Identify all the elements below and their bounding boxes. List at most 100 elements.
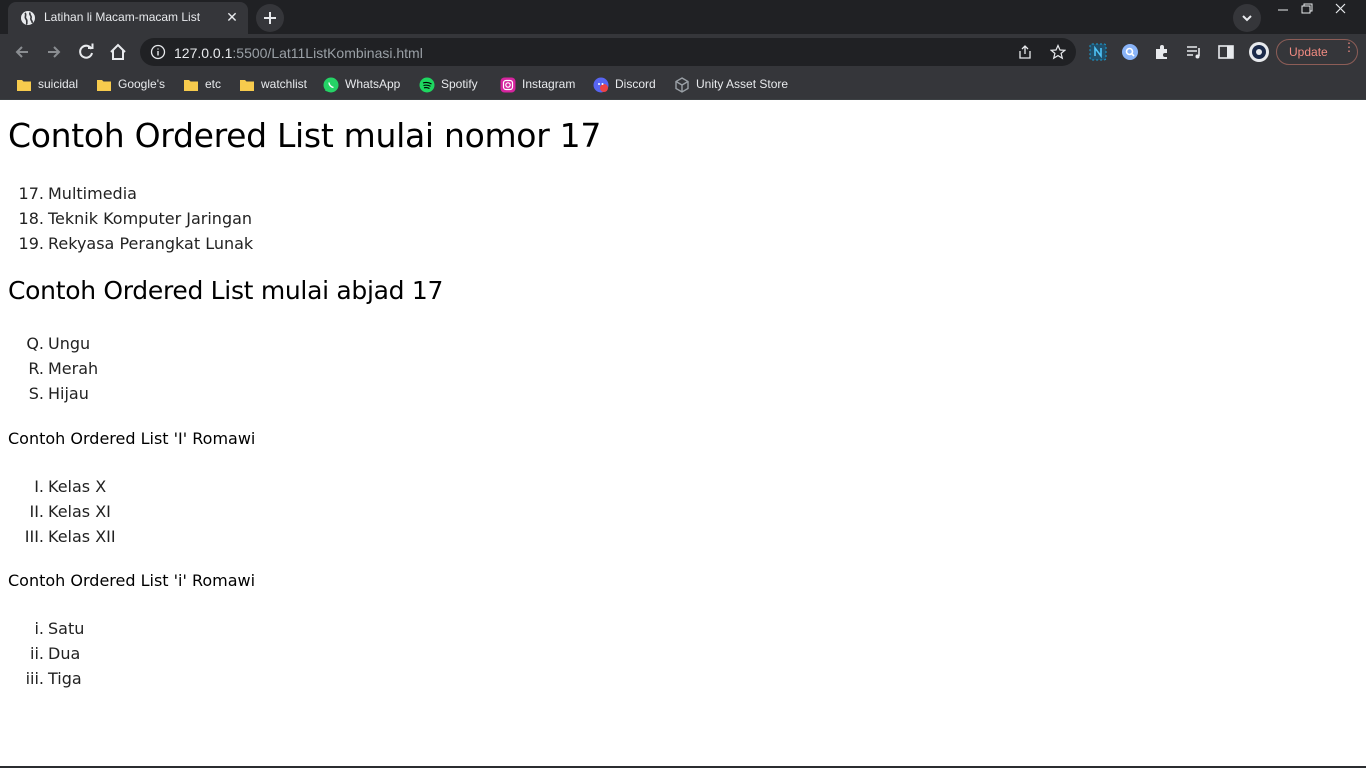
arrow-left-icon	[15, 46, 28, 58]
toolbar: 127.0.0.1:5500/Lat11ListKombinasi.html U…	[0, 34, 1366, 70]
list-marker: I.	[34, 477, 44, 496]
info-icon[interactable]	[150, 44, 166, 60]
list-item: III. Kelas XII	[0, 524, 400, 549]
bookmark-label: watchlist	[261, 77, 308, 91]
list-item-text: Hijau	[48, 384, 89, 403]
kebab-menu-icon[interactable]: ⋮	[1343, 41, 1355, 53]
list-marker: R.	[28, 359, 44, 378]
update-button[interactable]: Update ⋮	[1276, 39, 1358, 65]
forward-button[interactable]	[40, 38, 68, 66]
unity-icon	[675, 77, 689, 93]
list-item: 19. Rekyasa Perangkat Lunak	[0, 231, 400, 256]
list-item-text: Dua	[48, 644, 81, 663]
list-item: ii. Dua	[0, 641, 400, 666]
url-path: :5500/Lat11ListKombinasi.html	[232, 45, 423, 61]
list-item-text: Rekyasa Perangkat Lunak	[48, 234, 254, 253]
url-host: 127.0.0.1	[174, 45, 233, 61]
star-icon[interactable]	[1050, 44, 1066, 60]
heading-lower-roman: Contoh Ordered List 'i' Romawi	[8, 571, 256, 590]
bookmark-label: Spotify	[441, 77, 478, 91]
arrow-right-icon	[48, 46, 61, 58]
discord-icon	[593, 77, 609, 93]
home-icon	[110, 43, 126, 60]
ordered-list-lower-roman: i. Satu ii. Dua iii. Tiga	[0, 616, 400, 691]
tab-title: Latihan li Macam-macam List	[44, 10, 201, 24]
home-button[interactable]	[104, 38, 132, 66]
bookmark-label: Instagram	[522, 77, 576, 91]
bookmark-label: etc	[205, 77, 222, 91]
bookmark-label: WhatsApp	[345, 77, 401, 91]
list-item: iii. Tiga	[0, 666, 400, 691]
heading-upper-roman: Contoh Ordered List 'I' Romawi	[8, 429, 256, 448]
list-item-text: Teknik Komputer Jaringan	[48, 209, 253, 228]
whatsapp-icon	[323, 77, 339, 93]
list-marker: III.	[24, 527, 44, 546]
instagram-icon	[500, 77, 516, 93]
reload-icon	[79, 43, 94, 59]
back-button[interactable]	[8, 38, 36, 66]
heading-ordered-alpha: Contoh Ordered List mulai abjad 17	[8, 276, 444, 305]
list-item-text: Kelas X	[48, 477, 107, 496]
url-text[interactable]: 127.0.0.1:5500/Lat11ListKombinasi.html	[174, 45, 423, 61]
list-item: R. Merah	[0, 356, 400, 381]
extension-n-icon[interactable]	[1089, 43, 1107, 61]
list-item-text: Kelas XI	[48, 502, 111, 521]
browser-tab[interactable]: Latihan li Macam-macam List ✕	[8, 2, 248, 34]
list-item: II. Kelas XI	[0, 499, 400, 524]
spotify-icon	[419, 77, 435, 93]
close-icon	[1335, 3, 1346, 14]
list-marker: 17.	[18, 184, 44, 203]
list-marker: Q.	[26, 334, 44, 353]
list-item-text: Ungu	[48, 334, 91, 353]
list-marker: S.	[28, 384, 44, 403]
folder-icon	[97, 80, 111, 91]
list-marker: II.	[29, 502, 44, 521]
profile-avatar-icon[interactable]	[1248, 41, 1270, 63]
heading-ordered-number: Contoh Ordered List mulai nomor 17	[8, 116, 602, 155]
new-tab-button[interactable]	[256, 4, 284, 32]
chevron-down-icon	[1242, 15, 1252, 22]
list-marker: 19.	[18, 234, 44, 253]
media-queue-icon[interactable]	[1185, 43, 1203, 61]
list-marker: i.	[34, 619, 44, 638]
restore-button[interactable]	[1290, 0, 1324, 18]
list-item-text: Kelas XII	[48, 527, 116, 546]
update-label: Update	[1289, 45, 1328, 59]
share-icon[interactable]	[1017, 44, 1033, 60]
list-item: Q. Ungu	[0, 331, 400, 356]
list-item-text: Satu	[48, 619, 85, 638]
list-item: S. Hijau	[0, 381, 400, 406]
folder-icon	[17, 80, 31, 91]
page-content: Contoh Ordered List mulai nomor 17 17. Mu…	[0, 102, 1366, 766]
list-item-text: Tiga	[48, 669, 82, 688]
restore-icon	[1301, 3, 1313, 14]
ordered-list-alpha: Q. Ungu R. Merah S. Hijau	[0, 331, 400, 406]
list-item: I. Kelas X	[0, 474, 400, 499]
list-marker: 18.	[18, 209, 44, 228]
bookmark-label: Unity Asset Store	[696, 77, 789, 91]
title-bar: Latihan li Macam-macam List ✕	[0, 0, 1366, 34]
list-item: 17. Multimedia	[0, 181, 400, 206]
globe-icon	[21, 11, 35, 25]
side-panel-icon[interactable]	[1217, 43, 1235, 61]
list-item: i. Satu	[0, 616, 400, 641]
address-bar[interactable]: 127.0.0.1:5500/Lat11ListKombinasi.html	[140, 38, 1076, 66]
bookmark-label: Discord	[615, 77, 656, 91]
list-marker: iii.	[25, 669, 44, 688]
list-item-text: Multimedia	[48, 184, 137, 203]
list-marker: ii.	[30, 644, 44, 663]
close-window-button[interactable]	[1324, 0, 1358, 18]
ordered-list-numbers: 17. Multimedia 18. Teknik Komputer Jaringa…	[0, 181, 400, 256]
list-item-text: Merah	[48, 359, 99, 378]
folder-icon	[184, 80, 198, 91]
close-tab-icon[interactable]: ✕	[224, 10, 240, 26]
bookmark-label: Google's	[118, 77, 165, 91]
bookmark-label: suicidal	[38, 77, 79, 91]
puzzle-icon[interactable]	[1153, 43, 1171, 61]
extension-search-icon[interactable]	[1121, 43, 1139, 61]
tab-search-button[interactable]	[1233, 4, 1261, 32]
reload-button[interactable]	[72, 38, 100, 66]
folder-icon	[240, 80, 254, 91]
ordered-list-upper-roman: I. Kelas X II. Kelas XI III. Kelas XII	[0, 474, 400, 549]
list-item: 18. Teknik Komputer Jaringan	[0, 206, 400, 231]
